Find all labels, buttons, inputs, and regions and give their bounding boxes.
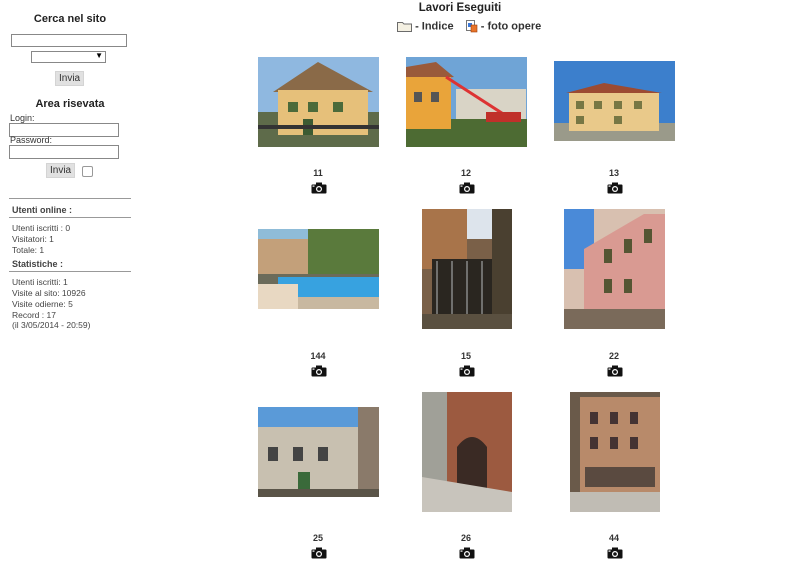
page-title: Lavori Eseguiti (418, 2, 502, 14)
work-photo-15[interactable] (422, 209, 512, 329)
login-submit-button[interactable]: Invia (46, 163, 76, 178)
work-caption: 26 (460, 533, 471, 543)
work-caption: 13 (608, 168, 619, 178)
index-link[interactable]: - Indice (415, 21, 454, 33)
online-line: Utenti iscritti : 0 (12, 223, 71, 233)
login-title: Area risevata (35, 98, 105, 110)
work-photo-44[interactable] (570, 392, 660, 512)
camera-icon[interactable] (459, 181, 475, 194)
work-photo-25[interactable] (258, 407, 379, 497)
stats-line: Visite odierne: 5 (12, 299, 73, 309)
work-caption: 12 (460, 168, 471, 178)
work-photo-26[interactable] (422, 392, 512, 512)
work-photo-12[interactable] (406, 57, 527, 147)
stats-line: Utenti iscritti: 1 (12, 277, 68, 287)
camera-icon[interactable] (607, 546, 623, 559)
photo-works-link[interactable]: - foto opere (481, 21, 542, 33)
divider (9, 198, 131, 199)
camera-icon[interactable] (311, 181, 327, 194)
stats-line: (il 3/05/2014 - 20:59) (12, 320, 91, 330)
camera-icon[interactable] (607, 364, 623, 377)
work-photo-22[interactable] (564, 209, 665, 329)
camera-icon[interactable] (459, 546, 475, 559)
gallery-nav: - Indice - foto opere (397, 20, 541, 36)
work-caption: 44 (608, 533, 619, 543)
camera-icon[interactable] (311, 546, 327, 559)
camera-icon[interactable] (607, 181, 623, 194)
work-caption: 144 (310, 351, 326, 361)
login-label: Login: (10, 113, 35, 123)
camera-icon[interactable] (459, 364, 475, 377)
camera-icon[interactable] (311, 364, 327, 377)
divider (9, 271, 131, 272)
online-line: Totale: 1 (12, 245, 45, 255)
folder-icon[interactable] (397, 21, 412, 32)
online-line: Visitatori: 1 (12, 234, 54, 244)
chevron-down-icon: ▼ (95, 51, 103, 60)
online-users-title: Utenti online : (12, 205, 72, 215)
divider (9, 217, 131, 218)
search-title: Cerca nel sito (33, 13, 107, 25)
search-scope-select[interactable]: ▼ (31, 51, 106, 63)
work-caption: 22 (608, 351, 619, 361)
photo-gallery-icon[interactable] (465, 20, 478, 33)
search-input[interactable] (11, 34, 127, 47)
stats-line: Visite al sito: 10926 (12, 288, 86, 298)
search-submit-button[interactable]: Invia (55, 71, 85, 86)
work-caption: 25 (312, 533, 323, 543)
stats-line: Record : 17 (12, 310, 56, 320)
work-caption: 11 (313, 168, 323, 178)
work-photo-13[interactable] (554, 61, 675, 141)
work-photo-11[interactable] (258, 57, 379, 147)
work-photo-144[interactable] (258, 229, 379, 309)
remember-checkbox[interactable] (82, 166, 93, 177)
statistics-title: Statistiche : (12, 259, 64, 269)
password-field[interactable] (9, 145, 119, 159)
work-caption: 15 (460, 351, 471, 361)
password-label: Password: (10, 135, 53, 145)
